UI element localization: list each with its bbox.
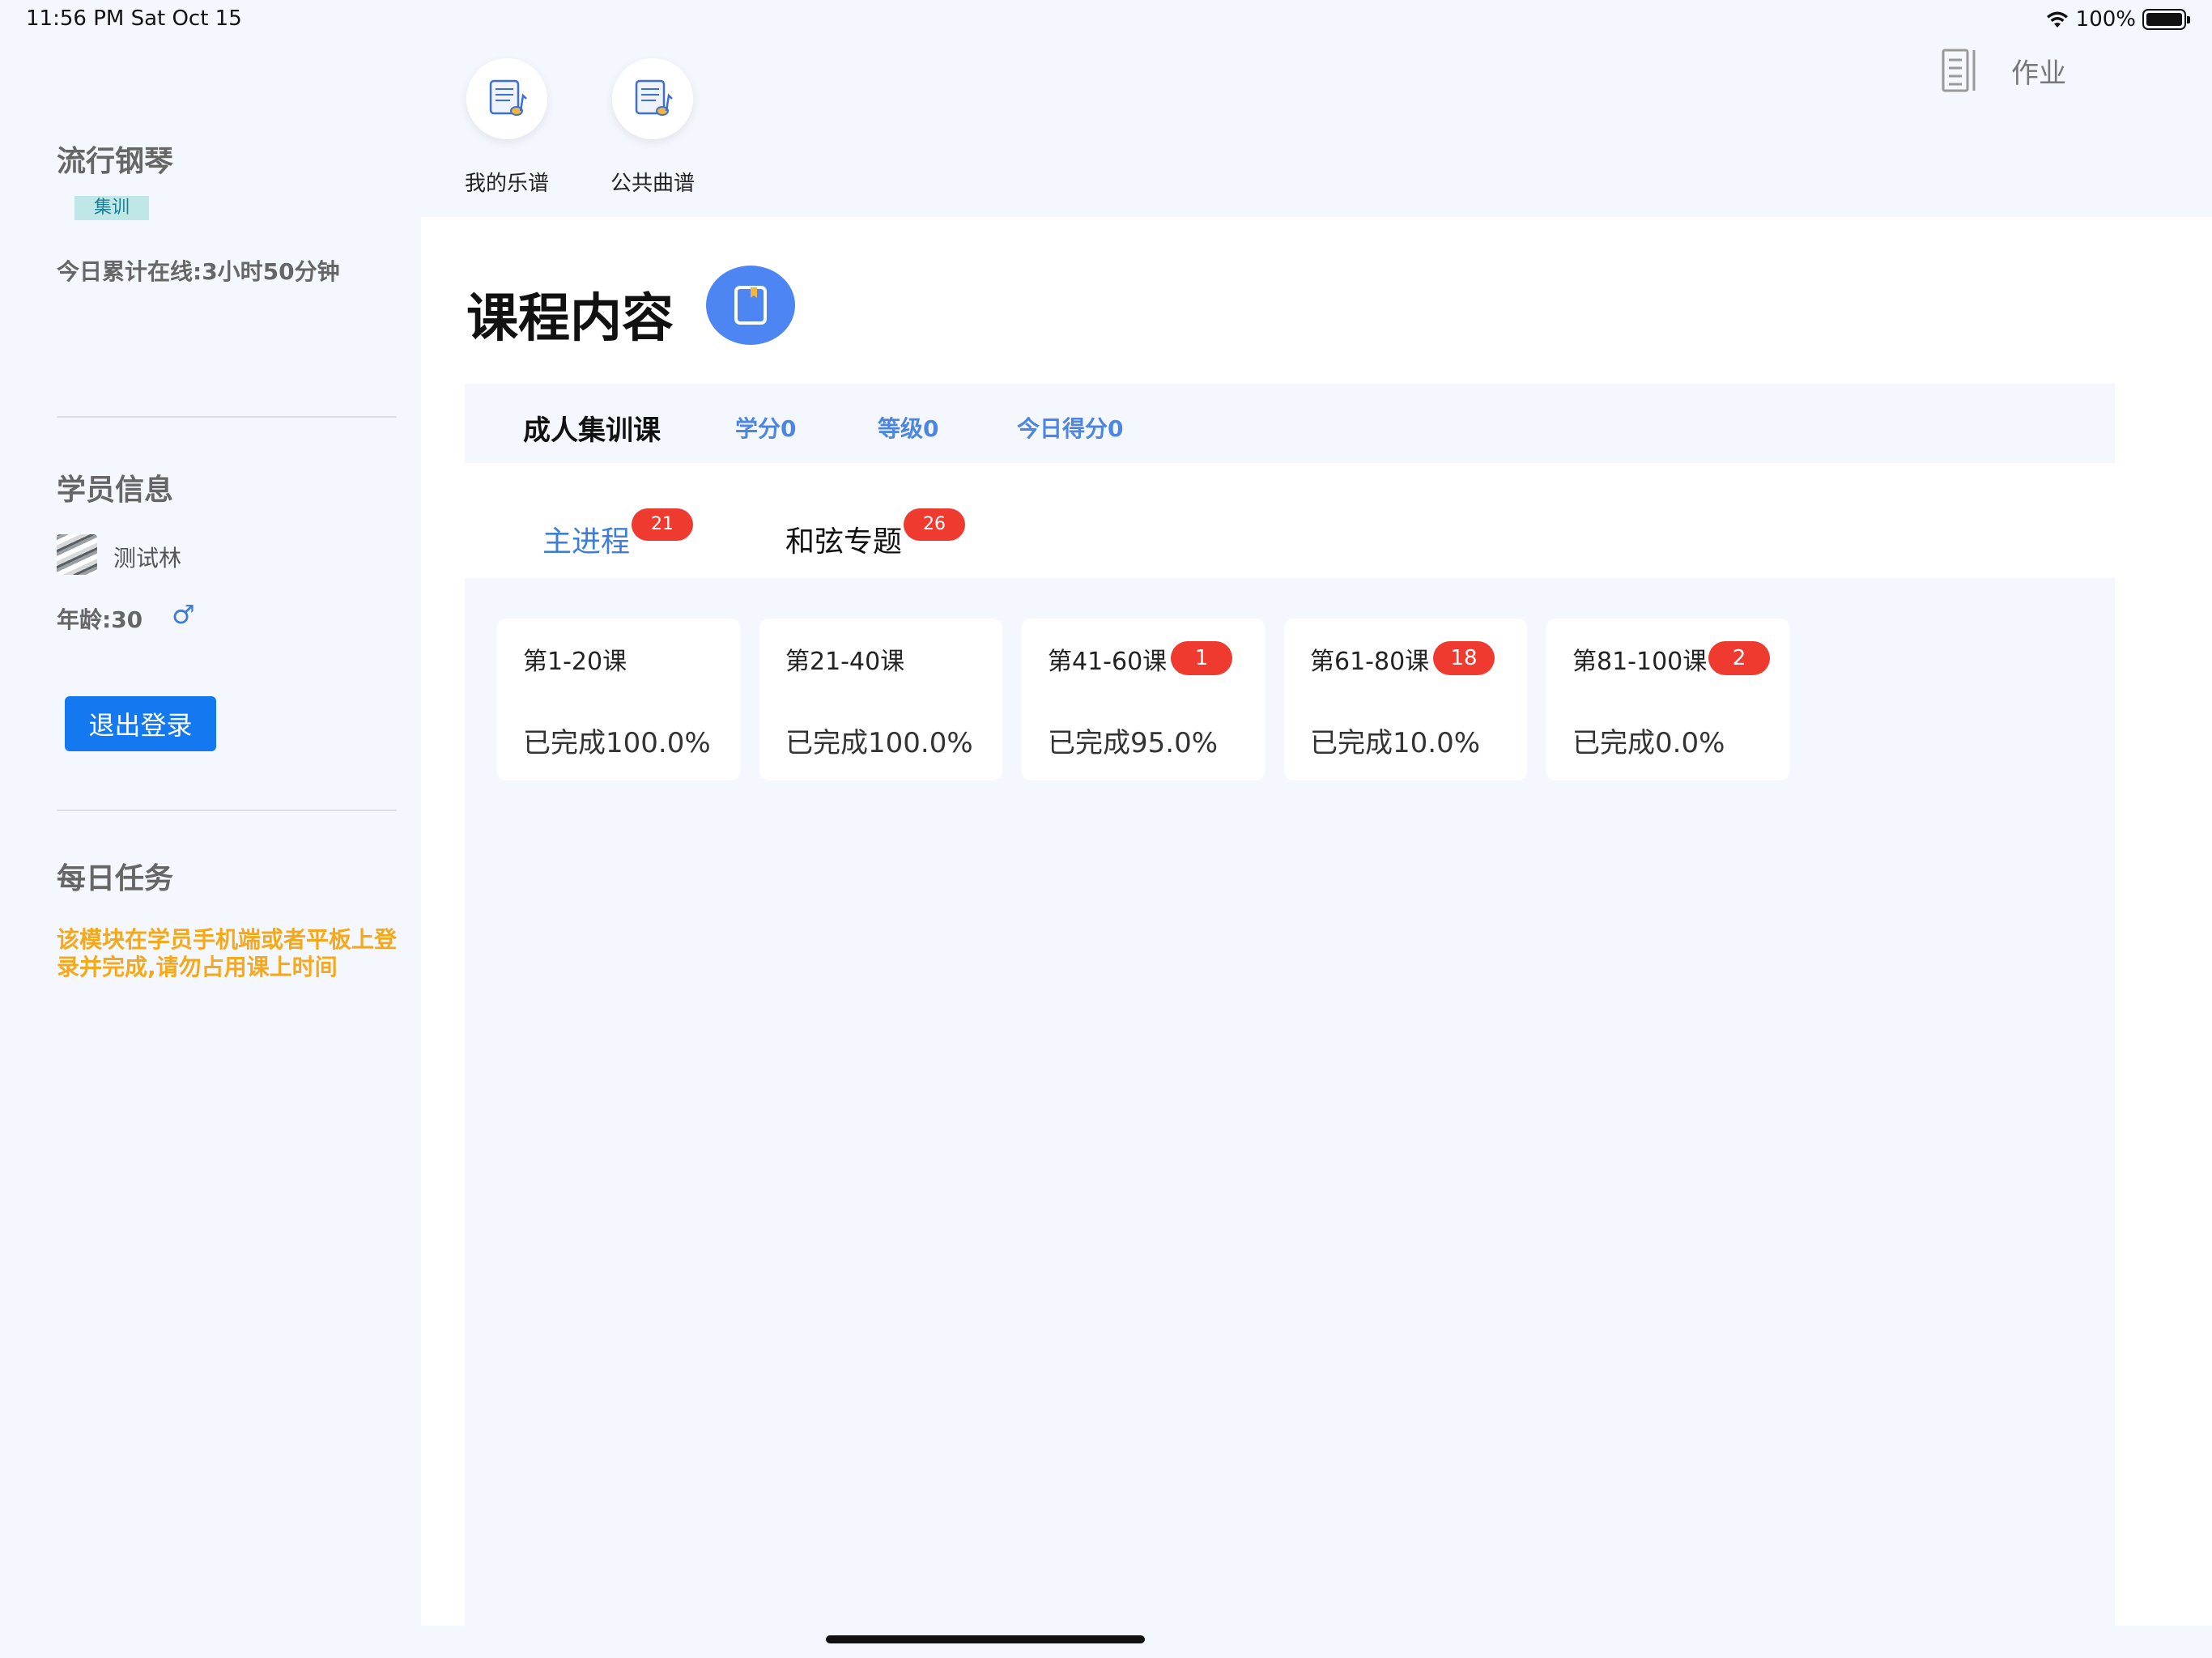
- daily-task-note: 该模块在学员手机端或者平板上登录并完成,请勿占用课上时间: [57, 926, 398, 980]
- lesson-count-badge: 2: [1708, 641, 1770, 675]
- status-time: 11:56 PM Sat Oct 15: [26, 6, 242, 31]
- wifi-icon: [2046, 11, 2068, 28]
- lesson-progress: 已完成0.0%: [1572, 727, 1725, 759]
- lesson-progress: 已完成100.0%: [523, 727, 711, 759]
- student-info-title: 学员信息: [57, 474, 174, 507]
- page-title: 课程内容: [466, 289, 674, 349]
- male-icon: ♂: [172, 599, 195, 630]
- sidebar-divider: [57, 810, 397, 811]
- course-credits: 学分0: [735, 415, 797, 442]
- logout-button[interactable]: 退出登录: [65, 696, 216, 751]
- public-scores-shortcut[interactable]: 公共曲谱: [604, 58, 701, 197]
- course-level: 等级0: [878, 415, 939, 442]
- tab-count-badge: 21: [632, 508, 693, 541]
- homework-label: 作业: [2011, 57, 2066, 90]
- app-title: 流行钢琴: [57, 145, 174, 178]
- lesson-progress: 已完成95.0%: [1048, 727, 1219, 759]
- daily-task-title: 每日任务: [57, 862, 174, 895]
- home-indicator[interactable]: [826, 1635, 1145, 1643]
- lesson-range: 第81-100课: [1572, 648, 1708, 676]
- student-age: 年龄:30: [57, 606, 143, 633]
- lesson-range: 第61-80课: [1310, 648, 1430, 676]
- lesson-count-badge: 1: [1171, 641, 1232, 675]
- music-score-icon: [466, 58, 547, 139]
- lesson-progress: 已完成10.0%: [1310, 727, 1481, 759]
- course-panel: 课程内容 成人集训课 学分0 等级0 今日得分0 主进程 21 和弦专题 26 …: [421, 217, 2212, 1626]
- lesson-card[interactable]: 第1-20课 已完成100.0%: [497, 619, 740, 780]
- public-scores-label: 公共曲谱: [610, 172, 695, 196]
- online-time: 今日累计在线:3小时50分钟: [57, 258, 340, 285]
- course-today-score: 今日得分0: [1017, 415, 1124, 442]
- course-book-button[interactable]: [706, 266, 795, 345]
- status-indicators: 100%: [2045, 6, 2190, 32]
- course-summary-bar: 成人集训课 学分0 等级0 今日得分0: [465, 384, 2115, 463]
- music-score-icon: [612, 58, 693, 139]
- sidebar-divider: [57, 416, 397, 418]
- avatar: [57, 534, 97, 575]
- my-scores-shortcut[interactable]: 我的乐谱: [458, 58, 555, 197]
- lesson-range: 第1-20课: [523, 648, 627, 676]
- lesson-card[interactable]: 第21-40课 已完成100.0%: [759, 619, 1002, 780]
- class-type-badge: 集训: [74, 196, 150, 220]
- homework-button[interactable]: 作业: [1942, 49, 2066, 92]
- student-name: 测试林: [113, 545, 182, 572]
- tab-label: 和弦专题: [785, 525, 903, 559]
- book-icon: [734, 286, 767, 325]
- lesson-card[interactable]: 第81-100课 2 已完成0.0%: [1546, 619, 1789, 780]
- lesson-range: 第21-40课: [785, 648, 905, 676]
- tab-label: 主进程: [542, 525, 631, 559]
- lesson-progress: 已完成100.0%: [785, 727, 973, 759]
- lesson-grid: 第1-20课 已完成100.0% 第21-40课 已完成100.0% 第41-6…: [465, 578, 2115, 1626]
- lesson-count-badge: 18: [1433, 641, 1495, 675]
- battery-icon: [2142, 9, 2190, 30]
- tab-main-progress[interactable]: 主进程 21: [542, 508, 693, 560]
- sidebar: 流行钢琴 集训 今日累计在线:3小时50分钟 学员信息 测试林 年龄:30 ♂ …: [0, 39, 421, 1658]
- course-name: 成人集训课: [523, 414, 661, 447]
- status-bar: 11:56 PM Sat Oct 15 100%: [0, 0, 2212, 39]
- lesson-range: 第41-60课: [1048, 648, 1168, 676]
- lesson-card[interactable]: 第41-60课 1 已完成95.0%: [1022, 619, 1265, 780]
- my-scores-label: 我的乐谱: [464, 172, 549, 196]
- tab-chord-topics[interactable]: 和弦专题 26: [785, 508, 965, 560]
- document-list-icon: [1942, 49, 1976, 92]
- battery-percent: 100%: [2075, 7, 2136, 32]
- tab-count-badge: 26: [904, 508, 965, 541]
- lesson-card[interactable]: 第61-80课 18 已完成10.0%: [1284, 619, 1527, 780]
